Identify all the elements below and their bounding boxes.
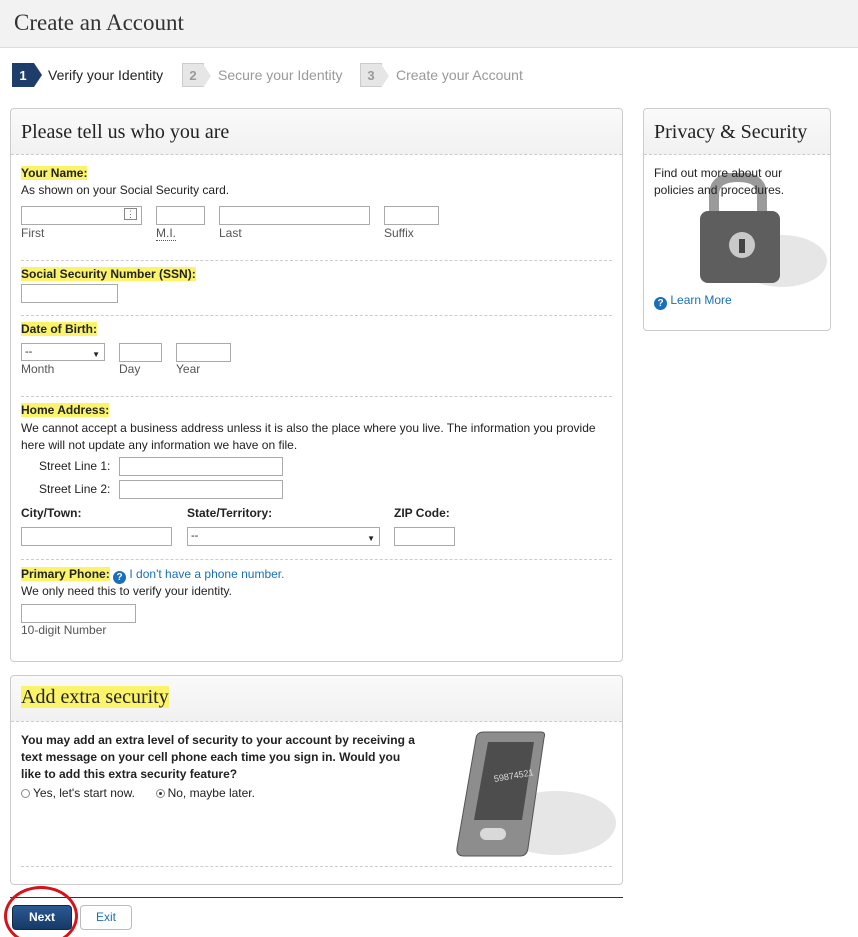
suffix-caption: Suffix bbox=[384, 226, 414, 240]
step-create-account: 3 Create your Account bbox=[360, 62, 523, 88]
divider bbox=[21, 315, 612, 316]
step-label: Secure your Identity bbox=[218, 67, 343, 83]
step-label: Create your Account bbox=[396, 67, 523, 83]
no-phone-link[interactable]: I don't have a phone number. bbox=[129, 567, 284, 581]
birth-year-input[interactable] bbox=[176, 343, 231, 362]
radio-no[interactable] bbox=[155, 789, 165, 798]
learn-more-row: ? Learn More bbox=[654, 293, 732, 310]
city-input[interactable] bbox=[21, 527, 172, 546]
year-caption: Year bbox=[176, 362, 201, 376]
middle-initial-input[interactable] bbox=[156, 206, 205, 225]
middle-initial-caption: M.I. bbox=[156, 226, 176, 241]
phone-label: Primary Phone: bbox=[21, 567, 110, 581]
help-icon[interactable]: ? bbox=[654, 297, 667, 310]
extra-security-panel: Add extra security You may add an extra … bbox=[10, 675, 623, 885]
address-label: Home Address: bbox=[21, 403, 110, 417]
suffix-input[interactable] bbox=[384, 206, 439, 225]
birth-day-input[interactable] bbox=[119, 343, 162, 362]
name-label: Your Name: bbox=[21, 166, 88, 180]
step-number: 2 bbox=[182, 63, 211, 88]
dob-label: Date of Birth: bbox=[21, 322, 97, 336]
annotation-circle bbox=[4, 886, 78, 937]
identity-panel-title: Please tell us who you are bbox=[21, 121, 230, 143]
street-line-1-input[interactable] bbox=[119, 457, 283, 476]
address-help: We cannot accept a business address unle… bbox=[21, 421, 596, 452]
step-number: 1 bbox=[12, 63, 42, 87]
radio-yes[interactable] bbox=[21, 789, 30, 798]
privacy-text: Find out more about our policies and pro… bbox=[654, 166, 785, 197]
extra-security-text: You may add an extra level of security t… bbox=[21, 733, 415, 781]
last-name-input[interactable] bbox=[219, 206, 370, 225]
name-help: As shown on your Social Security card. bbox=[21, 183, 230, 197]
zip-label: ZIP Code: bbox=[394, 506, 450, 520]
privacy-panel-title: Privacy & Security bbox=[654, 121, 808, 143]
footer-rule bbox=[10, 897, 623, 898]
divider bbox=[21, 396, 612, 397]
last-name-caption: Last bbox=[219, 226, 242, 240]
phone-input[interactable] bbox=[21, 604, 136, 623]
cell-phone-icon: 59874521 bbox=[456, 731, 616, 857]
step-secure-identity: 2 Secure your Identity bbox=[182, 62, 343, 88]
first-name-caption: First bbox=[21, 226, 45, 240]
ssn-input[interactable] bbox=[21, 284, 118, 303]
page-title: Create an Account bbox=[14, 10, 184, 35]
learn-more-link[interactable]: Learn More bbox=[670, 293, 731, 307]
identity-panel: Please tell us who you are Your Name: As… bbox=[10, 108, 623, 662]
divider bbox=[21, 866, 612, 867]
divider bbox=[21, 260, 612, 261]
phone-row: Primary Phone: ? I don't have a phone nu… bbox=[21, 567, 284, 584]
progress-steps: 1 Verify your Identity 2 Secure your Ide… bbox=[12, 62, 632, 92]
street-line-2-label: Street Line 2: bbox=[39, 482, 111, 496]
phone-help: We only need this to verify your identit… bbox=[21, 584, 232, 598]
street-line-1-label: Street Line 1: bbox=[39, 459, 111, 473]
birth-month-select[interactable]: -- ▼ bbox=[21, 343, 105, 361]
extra-security-title: Add extra security bbox=[21, 686, 169, 708]
city-label: City/Town: bbox=[21, 506, 82, 520]
divider bbox=[21, 559, 612, 560]
step-number: 3 bbox=[360, 63, 389, 88]
page-header: Create an Account bbox=[0, 0, 858, 48]
chevron-down-icon: ▼ bbox=[367, 534, 375, 543]
day-caption: Day bbox=[119, 362, 141, 376]
zip-input[interactable] bbox=[394, 527, 455, 546]
month-caption: Month bbox=[21, 362, 55, 376]
exit-button[interactable]: Exit bbox=[80, 905, 132, 930]
street-line-2-input[interactable] bbox=[119, 480, 283, 499]
option-yes-label: Yes, let's start now. bbox=[33, 786, 135, 800]
help-icon[interactable]: ? bbox=[113, 571, 127, 584]
step-verify-identity: 1 Verify your Identity bbox=[12, 62, 163, 88]
identity-panel-header: Please tell us who you are bbox=[11, 109, 622, 155]
step-label: Verify your Identity bbox=[48, 67, 164, 83]
privacy-panel: Privacy & Security Find out more about o… bbox=[643, 108, 831, 331]
chevron-down-icon: ▼ bbox=[92, 350, 100, 359]
privacy-panel-header: Privacy & Security bbox=[644, 109, 830, 155]
autofill-icon[interactable]: ⋮ bbox=[124, 208, 137, 220]
security-options: Yes, let's start now. No, maybe later. bbox=[21, 786, 255, 800]
extra-security-header: Add extra security bbox=[11, 676, 622, 722]
state-label: State/Territory: bbox=[187, 506, 273, 520]
first-name-input[interactable]: ⋮ bbox=[21, 206, 142, 225]
ssn-label: Social Security Number (SSN): bbox=[21, 267, 196, 281]
state-select[interactable]: -- ▼ bbox=[187, 527, 380, 546]
option-no-label: No, maybe later. bbox=[167, 786, 255, 800]
phone-hint: 10-digit Number bbox=[21, 623, 107, 637]
